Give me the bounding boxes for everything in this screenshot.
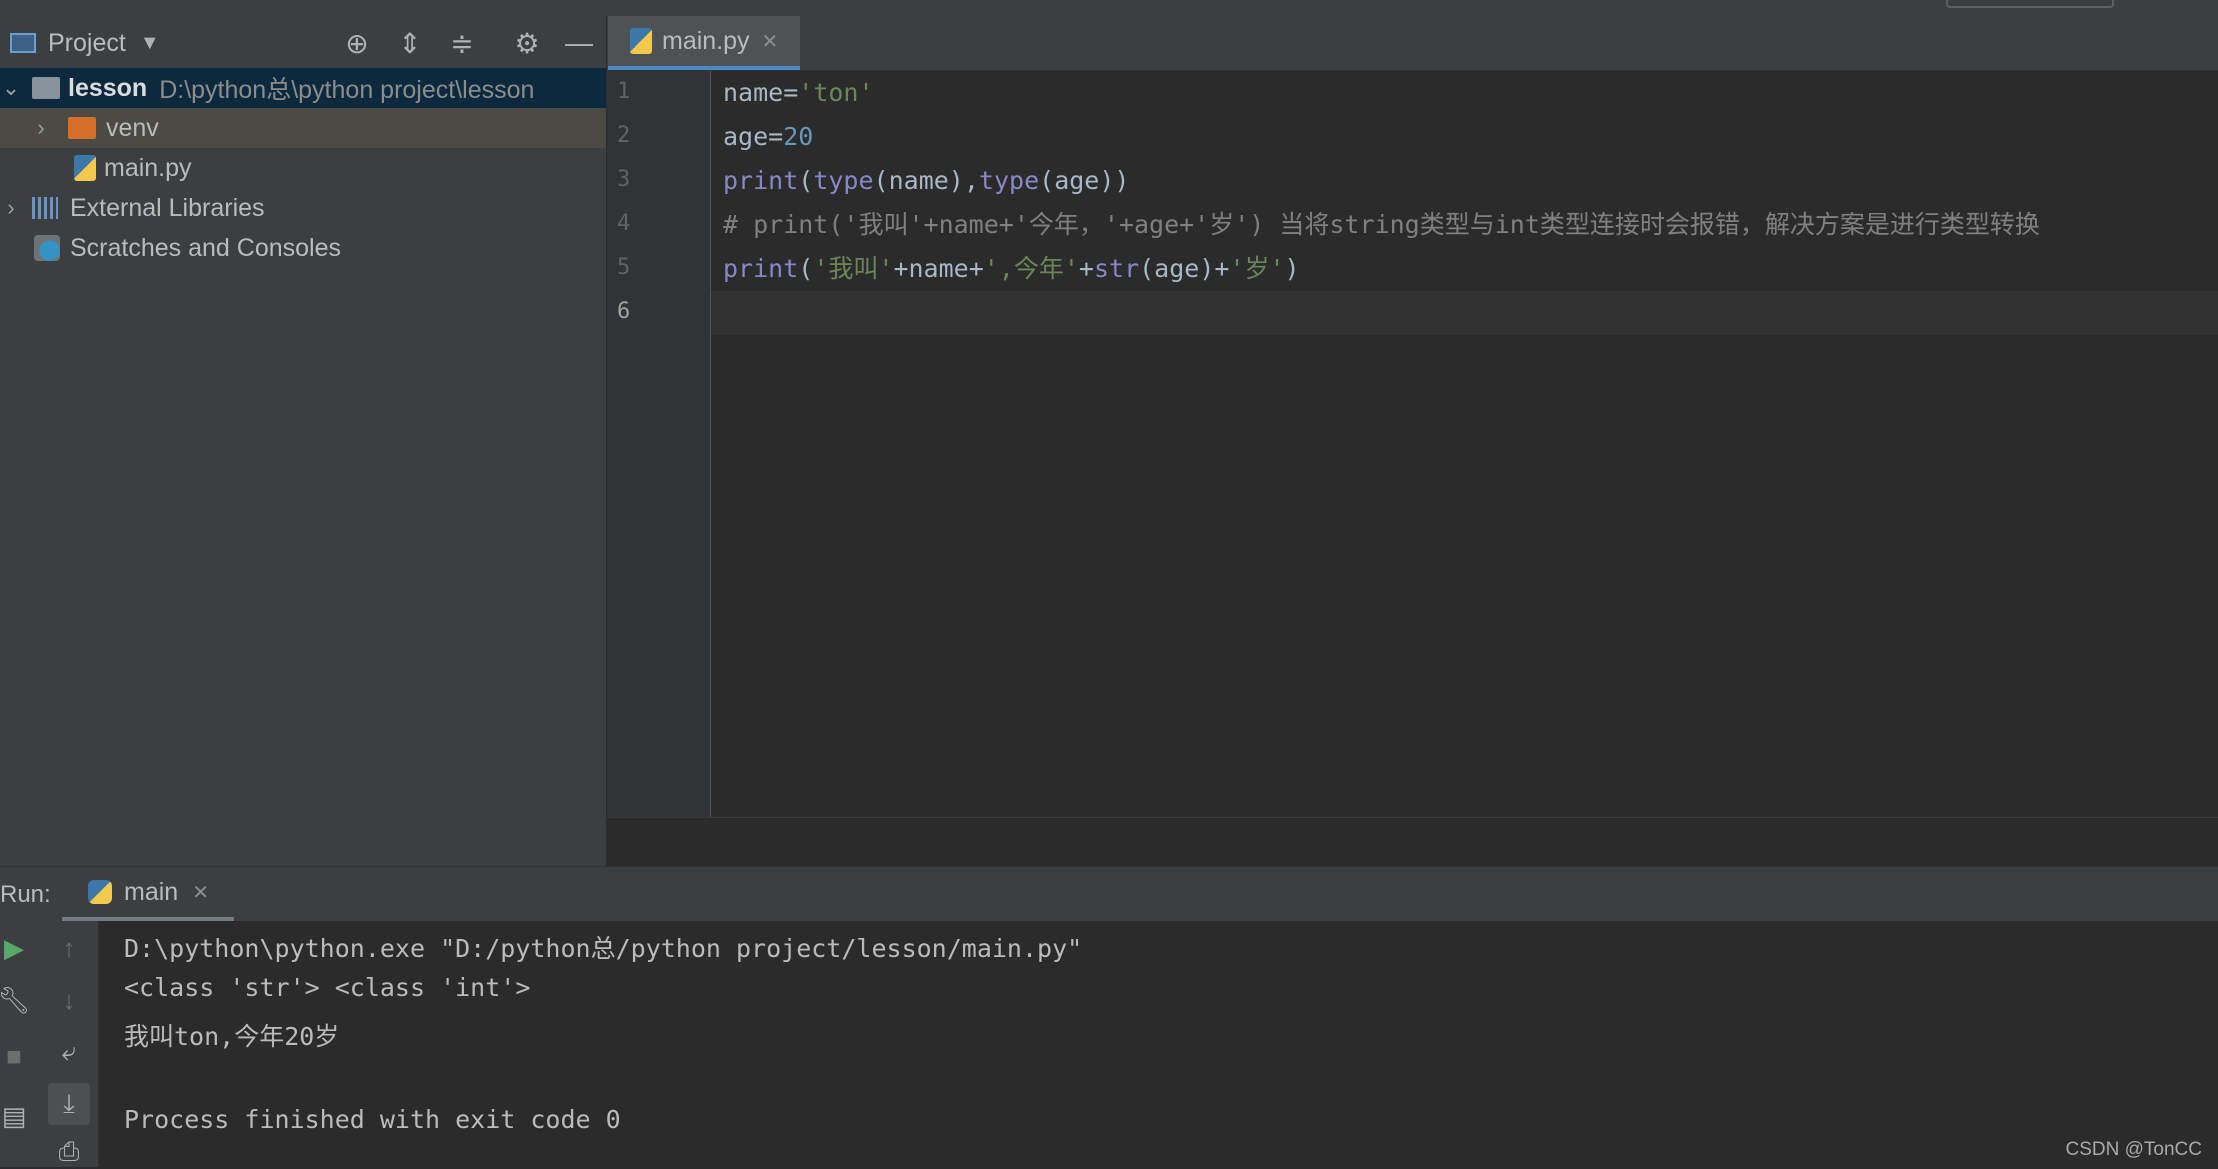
code-token: 'ton' [798, 78, 874, 107]
project-view-title[interactable]: Project [48, 29, 126, 58]
tree-item-label: venv [106, 113, 159, 142]
chevron-down-icon[interactable]: ▼ [140, 32, 160, 55]
chevron-right-icon[interactable]: › [30, 115, 52, 141]
code-token: (name) [873, 166, 964, 195]
tree-item-scratches[interactable]: Scratches and Consoles [0, 228, 606, 268]
line-number: 6 [617, 299, 631, 324]
run-tab-main[interactable]: main ✕ [62, 867, 234, 921]
console-line: D:\python\python.exe "D:/python总/python … [124, 934, 1083, 963]
code-token: , [963, 166, 979, 195]
tree-item-label: Scratches and Consoles [70, 233, 341, 262]
editor-bottom-area [607, 817, 2218, 867]
wrench-icon[interactable]: 🔧︎ [0, 983, 31, 1017]
run-tab-label: main [124, 877, 179, 906]
code-token: '我叫' [813, 254, 894, 283]
gear-icon[interactable]: ⚙ [510, 26, 544, 60]
console-output[interactable]: D:\python\python.exe "D:/python总/python … [99, 921, 2218, 1167]
code-token: age= [723, 122, 784, 151]
code-token: # print('我叫'+name+'今年，'+age+'岁') 当将strin… [723, 210, 2040, 239]
arrow-down-icon[interactable]: ↓ [52, 983, 86, 1017]
console-line: <class 'str'> <class 'int'> [124, 973, 531, 1002]
console-line: Process finished with exit code 0 [124, 1105, 621, 1134]
layout-icon[interactable]: ▤ [0, 1099, 28, 1133]
locate-file-icon[interactable]: ⊕ [340, 26, 374, 60]
hide-panel-icon[interactable]: — [562, 26, 596, 60]
editor-tab-bar: main.py ✕ [607, 16, 2218, 71]
close-icon[interactable]: ✕ [192, 880, 209, 905]
tree-item-path: D:\python总\python project\lesson [159, 76, 535, 104]
code-line[interactable]: print(type(name),type(age)) [723, 159, 1129, 203]
run-toolbar: ▶ 🔧︎ ■ ▤ [0, 921, 40, 1167]
stop-icon[interactable]: ■ [0, 1039, 28, 1073]
code-line[interactable]: age=20 [723, 115, 813, 159]
tree-item-label: lesson [68, 73, 148, 102]
python-icon [88, 880, 112, 904]
code-token: ) [1284, 254, 1300, 283]
tree-item-main-py[interactable]: main.py [0, 148, 606, 188]
scroll-to-end-icon[interactable]: ⤓ [48, 1083, 90, 1125]
code-token: 20 [783, 122, 814, 151]
arrow-up-icon[interactable]: ↑ [52, 931, 86, 965]
navigation-widget[interactable] [1946, 0, 2114, 8]
scratches-icon [34, 235, 60, 261]
run-label: Run: [0, 881, 51, 908]
close-icon[interactable]: ✕ [762, 29, 779, 54]
python-file-icon [630, 28, 652, 54]
code-token: name= [723, 78, 799, 107]
print-icon[interactable]: ⎙ [52, 1135, 86, 1169]
chevron-right-icon[interactable]: › [0, 195, 22, 221]
folder-icon [32, 77, 60, 99]
code-line[interactable]: name='ton' [723, 71, 874, 115]
tree-item-venv[interactable]: › venv [0, 108, 606, 148]
run-panel-header: Run: main ✕ [0, 866, 2218, 922]
top-strip [0, 0, 2218, 17]
code-token: ( [798, 254, 814, 283]
code-editor[interactable]: name='ton' age=20 print(type(name),type(… [711, 71, 2218, 817]
code-token: type [813, 166, 874, 195]
console-toolbar: ↑ ↓ ⤶ ⤓ ⎙ [40, 921, 99, 1167]
chevron-down-icon[interactable]: ⌄ [0, 75, 22, 101]
line-number: 2 [617, 123, 631, 148]
code-token: print [723, 254, 799, 283]
code-token: type [978, 166, 1040, 195]
tree-item-label: main.py [104, 153, 192, 182]
code-line[interactable]: # print('我叫'+name+'今年，'+age+'岁') 当将strin… [723, 203, 2040, 247]
line-number: 1 [617, 79, 631, 104]
tree-item-label: External Libraries [70, 193, 265, 222]
code-line[interactable]: print('我叫'+name+',今年'+str(age)+'岁') [723, 247, 1300, 291]
folder-icon [68, 117, 96, 139]
project-panel: Project ▼ ⊕ ⇕ ≑ ⚙ — ⌄ lesson D:\python总\… [0, 16, 607, 866]
project-view-icon [10, 33, 36, 53]
library-icon [32, 197, 58, 219]
tab-label: main.py [662, 26, 750, 55]
code-token: (age)+ [1139, 254, 1230, 283]
tree-item-lesson[interactable]: ⌄ lesson D:\python总\python project\lesso… [0, 68, 606, 108]
line-number: 5 [617, 255, 631, 280]
code-token: str [1093, 254, 1140, 283]
python-file-icon [74, 155, 96, 181]
rerun-icon[interactable]: ▶ [0, 931, 28, 965]
code-token: ( [798, 166, 814, 195]
soft-wrap-icon[interactable]: ⤶ [52, 1035, 86, 1069]
code-token: '岁' [1229, 254, 1285, 283]
current-line-highlight [711, 291, 2218, 335]
watermark: CSDN @TonCC [2065, 1139, 2202, 1160]
collapse-all-icon[interactable]: ≑ [445, 26, 479, 60]
tab-main-py[interactable]: main.py ✕ [608, 16, 800, 70]
tree-item-external-libraries[interactable]: › External Libraries [0, 188, 606, 228]
code-token: +name+ [893, 254, 984, 283]
code-token: + [1078, 254, 1094, 283]
code-token: ',今年' [983, 254, 1079, 283]
code-token: (age)) [1039, 166, 1130, 195]
line-number: 3 [617, 167, 631, 192]
expand-all-icon[interactable]: ⇕ [393, 26, 427, 60]
code-token: print [723, 166, 799, 195]
line-number-gutter: 1 2 3 4 5 6 [607, 71, 711, 817]
console-line: 我叫ton,今年20岁 [124, 1022, 340, 1051]
line-number: 4 [617, 211, 631, 236]
